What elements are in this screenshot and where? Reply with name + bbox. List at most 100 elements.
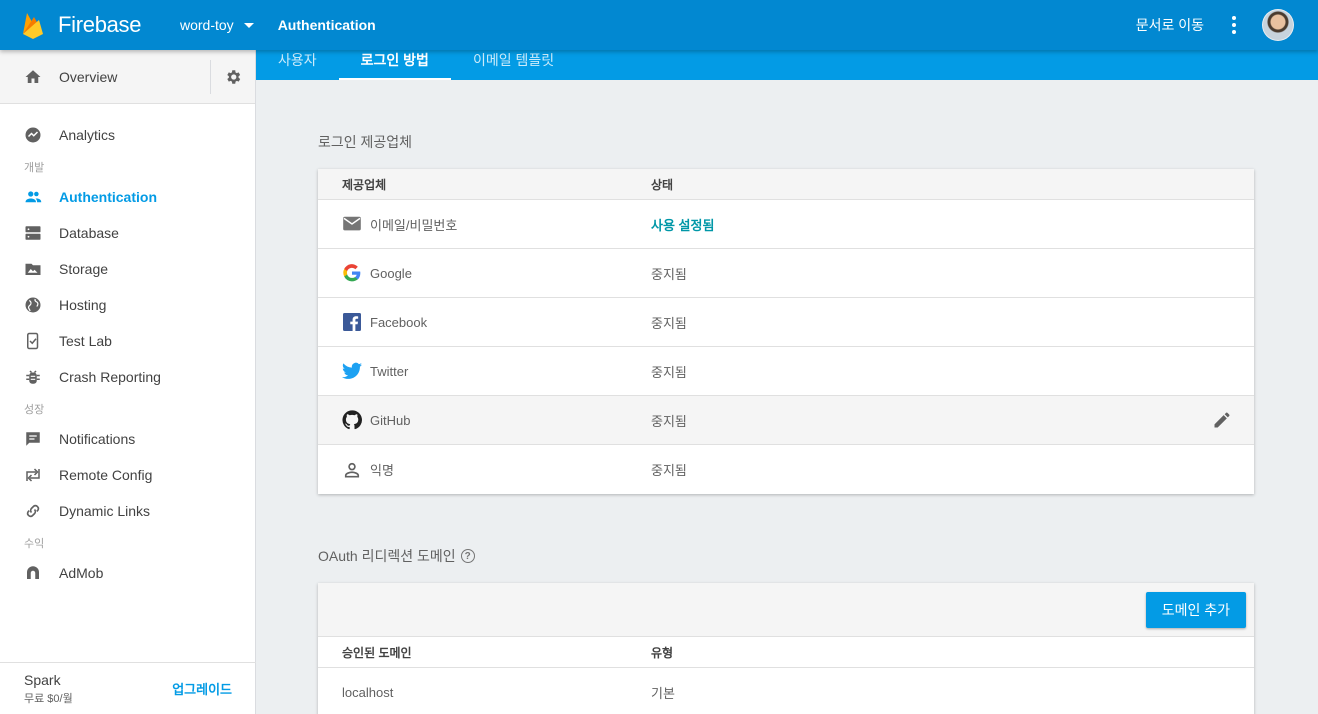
plan-footer: Spark 무료 $0/월 업그레이드 [0, 662, 256, 714]
provider-status: 중지됨 [651, 413, 687, 429]
email-icon [342, 214, 362, 234]
sidebar-item-authentication[interactable]: Authentication [0, 179, 255, 215]
tab-email-templates[interactable]: 이메일 템플릿 [451, 50, 576, 80]
facebook-icon [342, 312, 362, 332]
project-name: word-toy [180, 17, 234, 33]
provider-name: Twitter [370, 363, 409, 379]
main-content: 로그인 제공업체 제공업체 상태 이메일/비밀번호 사용 설정됨 Google … [256, 80, 1318, 714]
provider-row-facebook[interactable]: Facebook 중지됨 [318, 298, 1254, 347]
sidebar-item-label: Notifications [59, 431, 136, 447]
provider-name: 익명 [370, 463, 394, 478]
sidebar-item-label: Remote Config [59, 467, 153, 483]
remote-config-icon [24, 466, 42, 484]
docs-link[interactable]: 문서로 이동 [1136, 15, 1204, 35]
sidebar-item-notifications[interactable]: Notifications [0, 421, 255, 457]
sidebar-item-label: Dynamic Links [59, 503, 151, 519]
oauth-domains-heading: OAuth 리디렉션 도메인 ? [318, 546, 475, 566]
upgrade-link[interactable]: 업그레이드 [172, 679, 232, 698]
github-icon [342, 410, 362, 430]
home-icon [24, 68, 42, 86]
column-header-type: 유형 [651, 645, 674, 660]
domain-name: localhost [342, 685, 394, 700]
provider-row-email[interactable]: 이메일/비밀번호 사용 설정됨 [318, 200, 1254, 249]
sidebar-item-label: Analytics [59, 127, 116, 143]
firebase-flame-icon [23, 13, 43, 39]
analytics-icon [24, 126, 42, 144]
provider-status: 중지됨 [651, 315, 687, 331]
sidebar-item-label: Database [59, 225, 119, 241]
sidebar-item-admob[interactable]: AdMob [0, 555, 255, 591]
providers-table: 제공업체 상태 이메일/비밀번호 사용 설정됨 Google 중지됨 Faceb… [318, 169, 1254, 494]
domains-table-header: 승인된 도메인 유형 [318, 637, 1254, 668]
people-icon [24, 188, 42, 206]
sidebar-item-storage[interactable]: Storage [0, 251, 255, 287]
section-label-develop: 개발 [24, 162, 45, 174]
domains-toolbar: 도메인 추가 [318, 583, 1254, 637]
providers-table-header: 제공업체 상태 [318, 169, 1254, 200]
provider-status: 중지됨 [651, 364, 687, 380]
sidebar: Overview Analytics 개발 Authentication Dat… [0, 50, 256, 714]
tab-sign-in-method[interactable]: 로그인 방법 [338, 50, 452, 80]
plan-price: 무료 $0/월 [24, 692, 73, 705]
column-header-provider: 제공업체 [342, 177, 387, 192]
person-icon [342, 460, 362, 480]
sidebar-item-hosting[interactable]: Hosting [0, 287, 255, 323]
sidebar-item-dynamic-links[interactable]: Dynamic Links [0, 493, 255, 529]
provider-row-twitter[interactable]: Twitter 중지됨 [318, 347, 1254, 396]
project-selector[interactable]: word-toy [180, 17, 254, 33]
firebase-logo[interactable]: Firebase [0, 11, 170, 39]
help-icon[interactable]: ? [460, 549, 475, 563]
provider-row-github[interactable]: GitHub 중지됨 [318, 396, 1254, 445]
storage-folder-icon [24, 260, 42, 278]
dropdown-arrow-icon [243, 22, 254, 28]
globe-icon [24, 296, 42, 314]
domains-table: 도메인 추가 승인된 도메인 유형 localhost 기본 [318, 583, 1254, 714]
domain-row[interactable]: localhost 기본 [318, 668, 1254, 714]
plan-name: Spark [24, 671, 61, 688]
provider-name: Google [370, 265, 412, 281]
more-vert-icon[interactable] [1224, 13, 1244, 37]
admob-icon [24, 564, 42, 582]
providers-heading: 로그인 제공업체 [318, 134, 413, 150]
tab-users[interactable]: 사용자 [256, 50, 339, 80]
sidebar-item-analytics[interactable]: Analytics [0, 117, 255, 153]
section-label-grow: 성장 [24, 404, 45, 416]
section-label-earn: 수익 [24, 538, 45, 550]
sidebar-item-label: Hosting [59, 297, 107, 313]
test-lab-icon [24, 332, 42, 350]
sidebar-item-label: Crash Reporting [59, 369, 161, 385]
bug-icon [24, 368, 42, 386]
column-header-status: 상태 [651, 177, 674, 192]
link-icon [24, 502, 42, 520]
message-icon [24, 430, 42, 448]
auth-tabs: 사용자 로그인 방법 이메일 템플릿 [256, 50, 1318, 80]
user-avatar[interactable] [1262, 9, 1294, 41]
sidebar-item-crash-reporting[interactable]: Crash Reporting [0, 359, 255, 395]
provider-name: GitHub [370, 412, 411, 428]
sidebar-item-overview[interactable]: Overview [0, 59, 210, 95]
sidebar-item-label: Overview [59, 68, 118, 85]
google-icon [342, 263, 362, 283]
provider-status: 중지됨 [651, 463, 687, 478]
sidebar-item-label: Test Lab [59, 333, 112, 349]
add-domain-button[interactable]: 도메인 추가 [1145, 592, 1246, 628]
provider-name: 이메일/비밀번호 [370, 217, 458, 233]
sidebar-item-test-lab[interactable]: Test Lab [0, 323, 255, 359]
provider-status: 중지됨 [651, 266, 687, 282]
sidebar-item-remote-config[interactable]: Remote Config [0, 457, 255, 493]
database-icon [24, 224, 42, 242]
sidebar-item-label: AdMob [59, 565, 104, 581]
provider-row-google[interactable]: Google 중지됨 [318, 249, 1254, 298]
column-header-domain: 승인된 도메인 [342, 645, 412, 660]
provider-status: 사용 설정됨 [651, 217, 715, 233]
sidebar-item-label: Storage [59, 261, 109, 277]
provider-row-anonymous[interactable]: 익명 중지됨 [318, 445, 1254, 494]
twitter-icon [342, 361, 362, 381]
sidebar-item-database[interactable]: Database [0, 215, 255, 251]
page-section-title: Authentication [277, 17, 376, 33]
edit-pencil-icon[interactable] [1210, 408, 1234, 432]
settings-gear-icon[interactable] [210, 59, 255, 94]
domain-type: 기본 [651, 686, 675, 701]
overview-row: Overview [0, 50, 255, 104]
sidebar-item-label: Authentication [59, 189, 157, 205]
